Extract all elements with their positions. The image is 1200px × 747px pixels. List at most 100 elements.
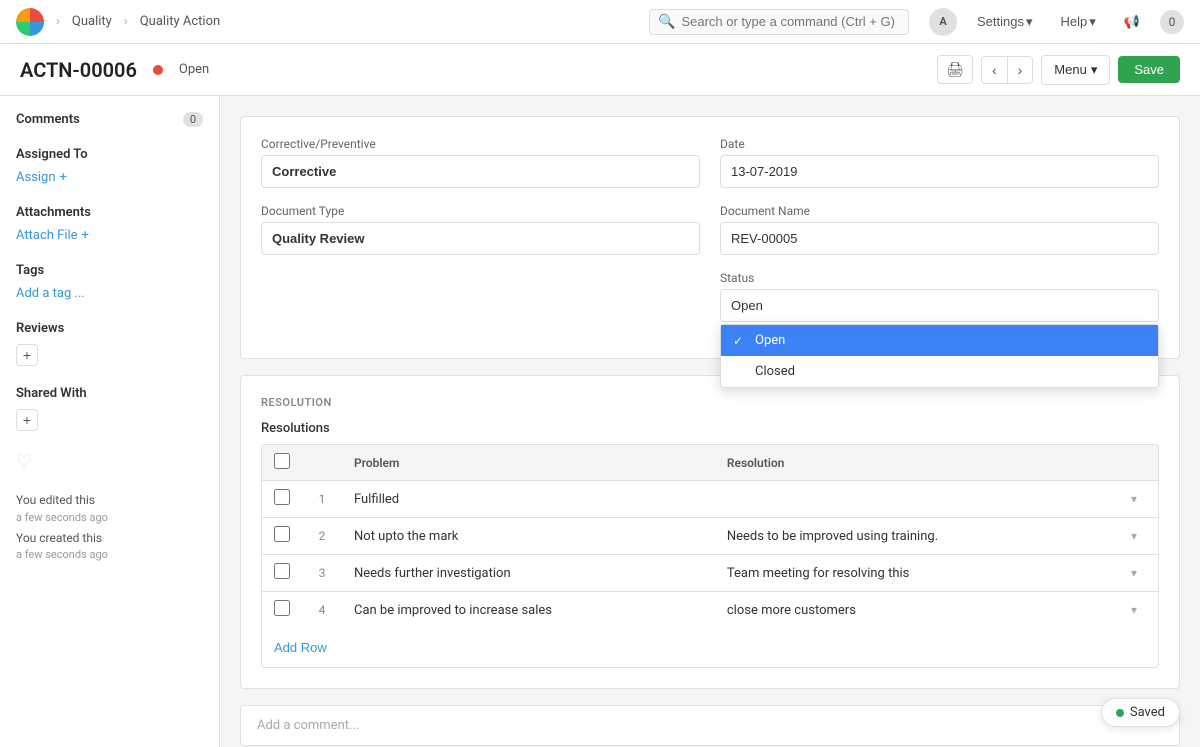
shared-with-label: Shared With (16, 386, 87, 401)
row-num-1: 2 (302, 518, 342, 555)
row-dropdown-icon-3[interactable]: ▾ (1131, 603, 1137, 617)
notification-badge[interactable]: 0 (1160, 10, 1184, 34)
settings-label: Settings (977, 14, 1024, 29)
date-group: Date (720, 137, 1159, 188)
activity-time-0: a few seconds ago (16, 511, 108, 524)
row-checkbox-0[interactable] (274, 489, 290, 505)
document-type-input[interactable] (261, 222, 700, 255)
prev-record-button[interactable]: ‹ (982, 57, 1008, 83)
attach-file-link[interactable]: Attach File + (16, 228, 203, 243)
sidebar-activity-section: You edited this a few seconds ago You cr… (16, 492, 203, 563)
row-dropdown-icon-2[interactable]: ▾ (1131, 566, 1137, 580)
nav-sep-2: › (124, 14, 128, 29)
select-all-checkbox[interactable] (274, 453, 290, 469)
nav-button-group: ‹ › (981, 56, 1033, 84)
th-check (262, 445, 302, 481)
corrective-preventive-label: Corrective/Preventive (261, 137, 700, 151)
table-header-row: Problem Resolution (262, 445, 1158, 481)
attach-file-label: Attach File (16, 228, 78, 243)
search-bar: 🔍 (649, 9, 909, 35)
print-button[interactable]: 🖨 (937, 55, 973, 84)
row-actions-0: ▾ (1110, 481, 1158, 518)
th-num (302, 445, 342, 481)
favorite-icon[interactable]: ♡ (16, 451, 32, 472)
reviews-label: Reviews (16, 321, 64, 336)
assign-plus-icon: + (60, 170, 67, 185)
corrective-preventive-group: Corrective/Preventive (261, 137, 700, 188)
assign-link[interactable]: Assign + (16, 170, 203, 185)
add-row-button[interactable]: Add Row (262, 632, 339, 663)
announcement-button[interactable]: 📢 (1116, 10, 1148, 34)
help-button[interactable]: Help ▾ (1053, 10, 1104, 34)
save-button[interactable]: Save (1118, 56, 1180, 83)
row-num-3: 4 (302, 592, 342, 629)
table-row: 2 Not upto the mark Needs to be improved… (262, 518, 1158, 555)
row-checkbox-3[interactable] (274, 600, 290, 616)
row-checkbox-1[interactable] (274, 526, 290, 542)
sidebar-shared-header: Shared With (16, 386, 203, 401)
row-resolution-0 (715, 481, 1110, 518)
status-option-closed[interactable]: Closed (721, 356, 1158, 387)
row-dropdown-icon-1[interactable]: ▾ (1131, 529, 1137, 543)
sidebar-attachments-header: Attachments (16, 205, 203, 220)
menu-button[interactable]: Menu ▾ (1041, 55, 1110, 85)
status-option-open[interactable]: ✓ Open (721, 325, 1158, 356)
resolution-card: RESOLUTION Resolutions Problem Resolutio… (240, 375, 1180, 689)
row-resolution-3: close more customers (715, 592, 1110, 629)
activity-item-1: You created this a few seconds ago (16, 530, 203, 564)
table-row: 3 Needs further investigation Team meeti… (262, 555, 1158, 592)
sidebar: Comments 0 Assigned To Assign + Attachme… (0, 96, 220, 747)
breadcrumb-quality[interactable]: Quality (72, 14, 112, 29)
row-checkbox-2[interactable] (274, 563, 290, 579)
date-label: Date (720, 137, 1159, 151)
row-check-2 (262, 555, 302, 592)
resolutions-table: Problem Resolution 1 Fulfilled ▾ 2 Not u… (262, 445, 1158, 628)
sidebar-reviews-header: Reviews (16, 321, 203, 336)
settings-chevron-icon: ▾ (1026, 14, 1033, 30)
document-type-group: Document Type (261, 204, 700, 255)
search-input[interactable] (681, 14, 900, 29)
row-dropdown-icon-0[interactable]: ▾ (1131, 492, 1137, 506)
help-label: Help (1061, 14, 1088, 29)
saved-dot (1116, 709, 1124, 717)
row-problem-0: Fulfilled (342, 481, 715, 518)
row-problem-2: Needs further investigation (342, 555, 715, 592)
row-actions-2: ▾ (1110, 555, 1158, 592)
top-nav: › Quality › Quality Action 🔍 A Settings … (0, 0, 1200, 44)
sidebar-favorite-section: ♡ (16, 451, 203, 472)
nav-right: A Settings ▾ Help ▾ 📢 0 (929, 8, 1184, 36)
add-tag-link[interactable]: Add a tag ... (16, 286, 203, 301)
date-input[interactable] (720, 155, 1159, 188)
comment-card: Add a comment... (240, 705, 1180, 746)
status-dropdown-group: Status ✓ Open Closed (720, 271, 1159, 322)
comment-placeholder: Add a comment... (257, 718, 359, 733)
status-label: Open (179, 62, 209, 77)
next-record-button[interactable]: › (1008, 57, 1033, 83)
resolution-section-title: RESOLUTION (261, 396, 1159, 409)
status-group (261, 271, 700, 322)
breadcrumb-quality-action[interactable]: Quality Action (140, 14, 220, 29)
status-input[interactable] (720, 289, 1159, 322)
assign-label: Assign (16, 170, 56, 185)
status-option-closed-label: Closed (755, 364, 795, 379)
announcement-icon: 📢 (1124, 14, 1140, 30)
document-name-input[interactable] (720, 222, 1159, 255)
help-chevron-icon: ▾ (1089, 14, 1096, 30)
corrective-preventive-input[interactable] (261, 155, 700, 188)
row-actions-1: ▾ (1110, 518, 1158, 555)
reviews-add-button[interactable]: + (16, 344, 38, 366)
document-name-group: Document Name (720, 204, 1159, 255)
sidebar-assigned-section: Assigned To Assign + (16, 147, 203, 185)
form-row-3: Status ✓ Open Closed (261, 271, 1159, 322)
print-icon: 🖨 (946, 61, 964, 78)
settings-button[interactable]: Settings ▾ (969, 10, 1041, 34)
main-layout: Comments 0 Assigned To Assign + Attachme… (0, 96, 1200, 747)
menu-chevron-icon: ▾ (1091, 62, 1098, 78)
row-check-3 (262, 592, 302, 629)
page-header: ACTN-00006 Open 🖨 ‹ › Menu ▾ Save (0, 44, 1200, 96)
assigned-to-label: Assigned To (16, 147, 88, 162)
th-resolution: Resolution (715, 445, 1110, 481)
record-id: ACTN-00006 (20, 58, 137, 82)
app-logo (16, 8, 44, 36)
shared-with-add-button[interactable]: + (16, 409, 38, 431)
